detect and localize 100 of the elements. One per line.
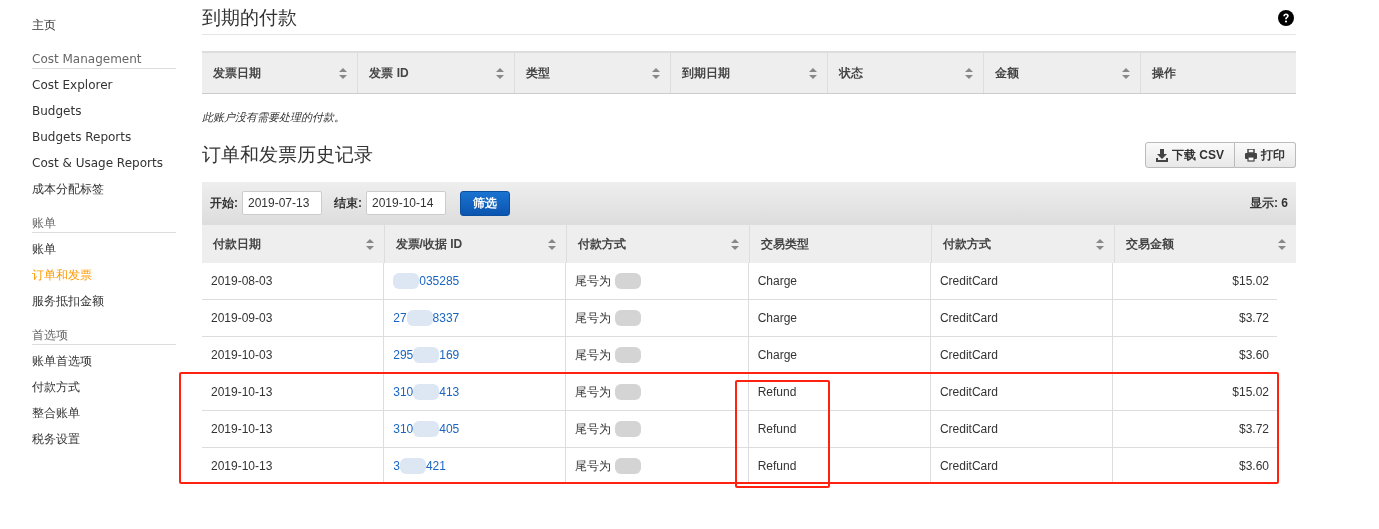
table-cell: Charge [747,337,930,373]
empty-message: 此账户没有需要处理的付款。 [202,110,346,124]
table-cell-text: 2019-10-13 [210,458,274,475]
sort-icon [548,238,556,250]
table-cell: CreditCard [929,263,1113,299]
column-header: 交易类型 [748,225,931,263]
table-cell: CreditCard [929,411,1113,447]
column-header[interactable]: 发票日期 [202,53,358,93]
table-cell-text: 2019-10-13 [210,421,274,438]
sidebar-heading: 首选项 [32,317,176,345]
sidebar-item[interactable]: 账单 [32,237,176,263]
table-cell: 尾号为 [575,420,612,438]
column-header[interactable]: 到期日期 [670,53,827,93]
table-cell: 尾号为 [575,309,612,327]
section-title: 订单和发票历史记录 [202,142,373,167]
table-cell: Refund [747,374,930,410]
table-cell: $3.60 [1112,448,1277,484]
redaction-mark [615,273,642,289]
table-cell: CreditCard [929,448,1113,484]
result-count: 显示: 6 [1250,194,1288,212]
date-field[interactable]: 2019-07-13 [242,191,322,215]
table-cell-text: 2019-10-13 [210,384,274,401]
invoice-link[interactable]: 295 169 [393,347,460,363]
section-title: 到期的付款 [202,4,297,30]
sidebar-item[interactable]: Cost & Usage Reports [32,151,176,177]
sort-icon [1278,238,1286,250]
table-cell: $3.72 [1112,300,1277,336]
sidebar-item[interactable]: Cost Explorer [32,73,176,99]
redaction-mark [615,347,642,363]
column-header[interactable]: 交易金额 [1113,225,1296,263]
sidebar-item[interactable]: Budgets [32,99,176,125]
column-header[interactable]: 状态 [826,53,984,93]
invoice-link[interactable]: 310 413 [393,384,460,400]
table-cell: Charge [747,300,930,336]
sort-icon [965,67,974,79]
column-header[interactable]: 付款日期 [202,225,384,263]
table-cell: 尾号为 [575,346,612,364]
sort-icon [808,67,817,79]
redaction-mark [615,421,642,437]
column-header[interactable]: 发票/收据 ID [383,225,566,263]
redaction-mark [413,384,440,400]
invoice-link[interactable]: 035285 [393,273,460,289]
column-header[interactable]: 付款方式 [566,225,749,263]
redaction-mark [615,310,642,326]
help-icon [1278,9,1294,26]
sidebar-item[interactable]: 付款方式 [32,375,176,401]
table-cell: $3.60 [1112,337,1277,373]
table-cell: 尾号为 [575,457,612,475]
sidebar-item[interactable]: 成本分配标签 [32,177,176,203]
field-label: 结束: [334,194,362,212]
invoice-link[interactable]: 27 8337 [393,310,460,326]
table-cell: $15.02 [1112,374,1277,410]
sort-icon [1095,238,1104,250]
date-field[interactable]: 2019-10-14 [366,191,446,215]
redaction-mark [615,384,642,400]
table-cell: CreditCard [929,300,1113,336]
sidebar-item[interactable]: 账单首选项 [32,349,176,375]
table-cell: 尾号为 [575,272,612,290]
print-button[interactable]: 打印 [1235,142,1296,168]
sidebar-item[interactable]: 税务设置 [32,427,176,453]
redaction-mark [413,421,440,437]
redaction-mark [393,273,420,289]
column-header: 操作 [1139,53,1296,93]
filter-button[interactable]: 筛选 [460,190,510,216]
download-icon [1156,148,1168,162]
column-header[interactable]: 金额 [983,53,1140,93]
invoice-link[interactable]: 3 421 [393,458,446,474]
sidebar-item[interactable]: 服务抵扣金额 [32,289,176,315]
table-cell: 尾号为 [575,383,612,401]
sort-icon [730,238,739,250]
redaction-mark [406,310,433,326]
invoice-link[interactable]: 310 405 [393,421,460,437]
table-cell: Refund [747,411,930,447]
redaction-mark [399,458,426,474]
sidebar-item[interactable]: Budgets Reports [32,125,176,151]
table-cell: CreditCard [929,374,1113,410]
redaction-mark [615,458,642,474]
download-csv-button[interactable]: 下载 CSV [1145,142,1235,168]
column-header[interactable]: 发票 ID [357,53,514,93]
table-cell: Refund [747,448,930,484]
sort-icon [1121,67,1130,79]
redaction-mark [413,347,440,363]
sort-icon [495,67,504,79]
table-cell: CreditCard [929,337,1113,373]
sidebar-heading: Cost Management [32,41,176,69]
sort-icon [339,67,348,79]
table-cell-text: 2019-08-03 [210,273,274,290]
sort-icon [365,238,374,250]
table-cell: $3.72 [1112,411,1277,447]
table-cell: Charge [747,263,930,299]
sidebar-heading: 账单 [32,205,176,233]
column-header[interactable]: 类型 [513,53,671,93]
table-cell-text: 2019-09-03 [210,310,274,327]
table-cell-text: 2019-10-03 [210,347,274,364]
sidebar-item[interactable]: 整合账单 [32,401,176,427]
sort-icon [652,67,661,79]
table-cell: $15.02 [1112,263,1277,299]
sidebar-item[interactable]: 主页 [32,13,176,39]
column-header[interactable]: 付款方式 [931,225,1114,263]
field-label: 开始: [210,194,238,212]
